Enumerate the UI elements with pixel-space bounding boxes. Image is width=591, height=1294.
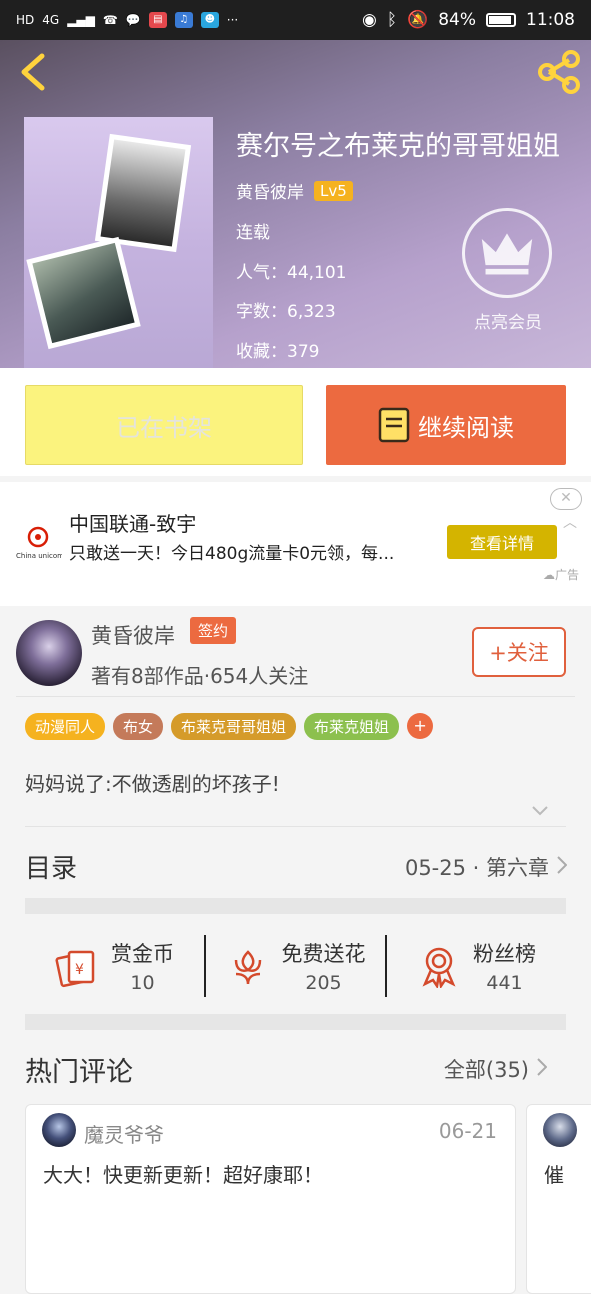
cover-illustration [94, 133, 192, 253]
comment-date: 06-21 [438, 1119, 497, 1143]
unicom-logo-icon: China unicom中国联通 [16, 526, 62, 560]
mute-icon: 🔕 [407, 10, 429, 30]
tag-item[interactable]: 布莱克姐姐 [304, 713, 400, 740]
ad-close-button[interactable]: ✕ [550, 488, 582, 510]
chat-icon: 💬 [125, 13, 141, 27]
ad-label: ☁广告 [542, 568, 579, 582]
book-intro: 妈妈说了:不做透剧的坏孩子! [25, 772, 280, 796]
action-bar: 已在书架 继续阅读 [0, 368, 591, 476]
follow-button[interactable]: +关注 [472, 627, 566, 677]
comment-text: 大大！快更新更新！超好康耶！ [43, 1163, 323, 1187]
level-badge: Lv5 [314, 180, 353, 201]
reward-coins[interactable]: ¥ 赏金币 10 [25, 938, 204, 994]
rewards-bar: ¥ 赏金币 10 免费送花 205 粉丝榜 441 [25, 918, 566, 1014]
signed-badge: 签约 [190, 617, 237, 644]
hot-comments-title: 热门评论 [25, 1057, 133, 1088]
chevron-up-icon: ︿ [563, 515, 577, 531]
divider [25, 826, 566, 827]
battery-percent: 84% [438, 10, 476, 30]
back-icon[interactable] [16, 52, 52, 92]
book-icon [378, 407, 410, 443]
continue-reading-button[interactable]: 继续阅读 [326, 385, 566, 465]
ad-title: 中国联通-致宇 [69, 512, 197, 536]
author-name[interactable]: 黄昏彼岸 [236, 178, 304, 203]
share-icon[interactable] [537, 50, 581, 94]
popularity: 人气：44,101 [236, 263, 347, 283]
commenter-name[interactable]: 魔灵爷爷 [84, 1119, 164, 1148]
vip-label[interactable]: 点亮会员 [456, 308, 560, 333]
music-icon: ♫ [174, 12, 193, 28]
tag-item[interactable]: 动漫同人 [25, 713, 106, 740]
tag-item[interactable]: 布女 [113, 713, 164, 740]
network-label: HD [16, 13, 35, 27]
cover-illustration [26, 236, 141, 350]
continue-reading-label: 继续阅读 [418, 413, 514, 442]
chevron-right-icon[interactable] [537, 1058, 547, 1076]
svg-text:¥: ¥ [75, 962, 84, 978]
missed-call-icon: ☎ [102, 13, 118, 27]
all-comments-link[interactable]: 全部(35) [444, 1054, 529, 1084]
toc-label[interactable]: 目录 [25, 848, 77, 885]
status-bar: HD 4G ▂▄▆ ☎ 💬 ▤ ♫ ☻ ··· ◉ ᛒ 🔕 84% 11:08 [0, 0, 591, 40]
ad-description: 只敢送一天！今日480g流量卡0元领，每... [69, 544, 395, 564]
reward-title: 赏金币 [111, 942, 174, 966]
commenter-avatar[interactable] [42, 1113, 76, 1147]
red-envelope-icon: ¥ [55, 950, 95, 988]
battery-icon [486, 13, 516, 27]
chevron-right-icon[interactable] [557, 856, 567, 874]
app-notification-icon: ☻ [200, 12, 219, 28]
author-section: 黄昏彼岸 签约 著有8部作品·654人关注 +关注 动漫同人 布女 布莱克哥哥姐… [0, 608, 591, 898]
favorites-count: 收藏：379 [236, 342, 320, 362]
divider [16, 696, 575, 697]
tag-list: 动漫同人 布女 布莱克哥哥姐姐 布莱克姐姐 + [25, 713, 434, 740]
reward-value: 205 [305, 972, 342, 994]
reward-title: 粉丝榜 [473, 942, 536, 966]
eye-icon: ◉ [361, 10, 377, 30]
author-avatar[interactable] [16, 620, 82, 686]
comment-card[interactable]: 魔灵爷爷 06-21 大大！快更新更新！超好康耶！ [25, 1104, 516, 1294]
clock: 11:08 [526, 10, 575, 30]
comment-card[interactable]: 催 [526, 1104, 591, 1294]
add-tag-button[interactable]: + [407, 713, 434, 739]
author-card-name[interactable]: 黄昏彼岸 [91, 620, 175, 650]
reward-flower[interactable]: 免费送花 205 [206, 938, 385, 994]
section-divider [25, 1014, 566, 1030]
reward-value: 441 [486, 972, 523, 994]
medal-icon [422, 947, 456, 988]
flower-icon [234, 950, 261, 985]
author-row[interactable]: 黄昏彼岸 Lv5 [236, 178, 353, 203]
signal-bars-icon: ▂▄▆ [67, 13, 95, 27]
author-stats: 著有8部作品·654人关注 [91, 664, 309, 688]
reward-title: 免费送花 [281, 942, 366, 966]
more-notifications-icon: ··· [226, 13, 239, 27]
comment-text: 催 [544, 1163, 564, 1187]
book-cover[interactable] [24, 117, 213, 368]
serial-status: 连载 [236, 223, 270, 243]
tag-item[interactable]: 布莱克哥哥姐姐 [171, 713, 297, 740]
ad-details-button[interactable]: 查看详情 [447, 525, 557, 559]
word-count: 字数：6,323 [236, 302, 336, 322]
book-title: 赛尔号之布莱克的哥哥姐姐 [236, 131, 560, 162]
section-divider [25, 898, 566, 914]
reward-fans[interactable]: 粉丝榜 441 [387, 938, 566, 994]
ad-banner[interactable]: China unicom中国联通 中国联通-致宇 只敢送一天！今日480g流量卡… [0, 482, 591, 606]
unicom-logo-text: China unicom中国联通 [16, 551, 62, 560]
crown-icon[interactable] [462, 208, 552, 298]
app-notification-icon: ▤ [148, 12, 167, 28]
reward-value: 10 [130, 972, 155, 994]
commenter-avatar[interactable] [543, 1113, 577, 1147]
signal-label: 4G [42, 13, 60, 27]
in-bookshelf-button[interactable]: 已在书架 [25, 385, 303, 465]
toc-latest-chapter[interactable]: 05-25 · 第六章 [405, 852, 549, 882]
book-header: 赛尔号之布莱克的哥哥姐姐 黄昏彼岸 Lv5 连载 人气：44,101 字数：6,… [0, 40, 591, 368]
chevron-down-icon[interactable] [532, 806, 548, 816]
bluetooth-icon: ᛒ [386, 10, 398, 30]
